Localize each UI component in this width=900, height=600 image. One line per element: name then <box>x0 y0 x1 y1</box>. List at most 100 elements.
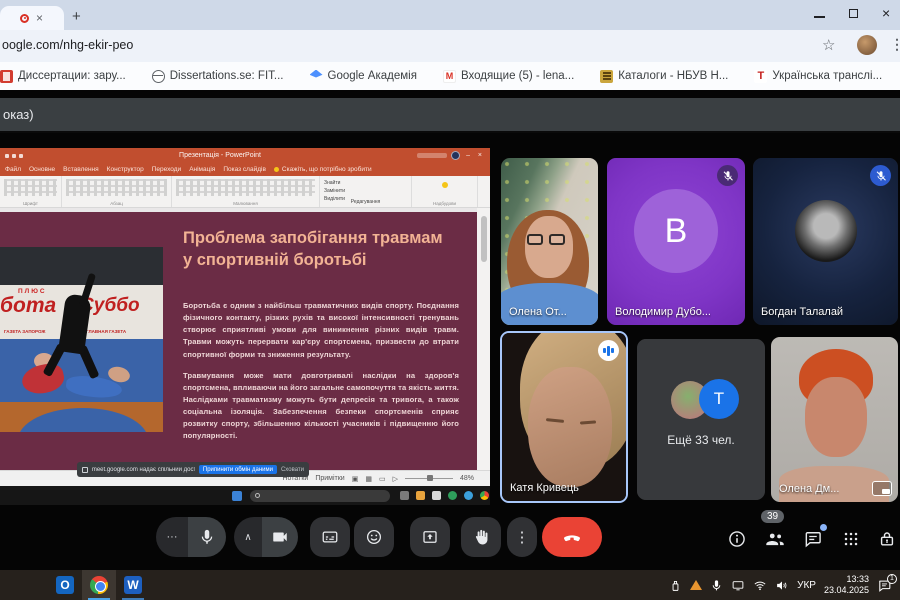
more-options-button[interactable]: ⋮ <box>507 517 537 557</box>
globe-icon <box>152 70 165 83</box>
window-minimize-button[interactable] <box>814 16 825 18</box>
slide-title: Проблема запобігання травмам у спортивні… <box>183 228 455 272</box>
bookmark-item[interactable]: MВходящие (5) - lena... <box>443 70 574 83</box>
more-participants-tile[interactable]: T Ещё 33 чел. <box>637 339 765 500</box>
ribbon-group-paragraph[interactable]: Абзац <box>62 176 172 207</box>
shared-screen[interactable]: Презентація - PowerPoint – × Файл Основн… <box>0 148 490 505</box>
bookmark-star-icon[interactable]: ☆ <box>822 36 835 54</box>
app-icon[interactable] <box>432 491 441 500</box>
participant-name: Катя Кривець <box>510 482 579 494</box>
app-icon[interactable] <box>448 491 457 500</box>
zoom-slider[interactable] <box>405 478 453 480</box>
wifi-icon[interactable] <box>753 579 767 592</box>
profile-avatar[interactable] <box>857 35 877 55</box>
tray-mic-icon[interactable] <box>710 579 723 592</box>
meet-stage: Презентація - PowerPoint – × Файл Основн… <box>0 133 900 570</box>
activities-button[interactable] <box>838 526 864 552</box>
hangup-button[interactable] <box>542 517 602 557</box>
ppt-tab[interactable]: Файл <box>5 166 21 173</box>
raise-hand-button[interactable] <box>461 517 501 557</box>
captions-button[interactable] <box>310 517 350 557</box>
participant-tile[interactable]: Олена От... <box>501 158 598 325</box>
new-tab-button[interactable]: + <box>72 8 81 25</box>
pip-icon[interactable] <box>872 481 892 496</box>
participant-tile[interactable]: Богдан Талалай <box>753 158 898 325</box>
explorer-icon[interactable] <box>416 491 425 500</box>
task-view-icon[interactable] <box>400 491 409 500</box>
url-text[interactable]: oogle.com/nhg-ekir-peo <box>2 38 133 52</box>
present-button[interactable] <box>410 517 450 557</box>
bookmark-item[interactable]: Диссертации: зару... <box>0 70 126 83</box>
ppt-tab[interactable]: Вставлення <box>63 166 99 173</box>
edge-icon[interactable] <box>464 491 473 500</box>
participant-tile[interactable]: В Володимир Дубо... <box>607 158 745 325</box>
ppt-tellme-search[interactable]: Скажіть, що потрібно зробити <box>274 166 372 173</box>
mic-off-badge <box>717 165 738 186</box>
taskbar-chrome[interactable] <box>82 570 116 600</box>
camera-button[interactable] <box>262 517 298 557</box>
people-button[interactable] <box>762 526 788 552</box>
volume-icon[interactable] <box>775 579 789 592</box>
view-sorter-icon[interactable]: ▦ <box>365 475 372 483</box>
ppt-quick-access-icons[interactable] <box>5 154 23 158</box>
tab-close-icon[interactable]: × <box>36 12 43 24</box>
taskbar-search-box[interactable] <box>250 490 390 502</box>
shared-screen-taskbar <box>0 486 490 505</box>
browser-menu-icon[interactable]: ⋮ <box>890 36 900 53</box>
bookmark-item[interactable]: Каталоги - НБУВ Н... <box>600 70 728 83</box>
view-normal-icon[interactable]: ▣ <box>352 475 359 483</box>
notification-center-button[interactable]: 1 <box>877 578 892 593</box>
ppt-canvas: ПЛЮС бота Суббо ГАЗЕТА ЗАПОРОЖ ГЛАВНАЯ Г… <box>0 208 490 470</box>
ppt-tab[interactable]: Основне <box>29 166 55 173</box>
antivirus-icon[interactable] <box>690 580 702 590</box>
share-message: meet.google.com надає спільний доступ до… <box>92 467 195 473</box>
chat-button[interactable] <box>800 526 826 552</box>
taskbar-outlook[interactable]: O <box>48 570 82 600</box>
ppt-tab[interactable]: Анімація <box>189 166 215 173</box>
participant-video <box>501 158 598 325</box>
host-controls-button[interactable] <box>874 526 900 552</box>
participant-tile-speaking[interactable]: Катя Кривець <box>500 331 628 503</box>
stop-sharing-button[interactable]: Припинити обмін даними <box>199 465 277 474</box>
chrome-icon[interactable] <box>480 491 489 500</box>
window-close-button[interactable]: × <box>882 6 890 20</box>
catalog-icon <box>600 70 613 83</box>
camera-options-button[interactable]: ∧ <box>234 517 262 557</box>
comments-button[interactable]: Примітки <box>315 475 344 482</box>
view-reading-icon[interactable]: ▭ <box>379 475 386 483</box>
ppt-tab[interactable]: Конструктор <box>107 166 144 173</box>
zoom-percent[interactable]: 48% <box>460 475 474 482</box>
ppt-tab[interactable]: Переходи <box>152 166 181 173</box>
taskbar-clock[interactable]: 13:33 23.04.2025 <box>824 574 869 596</box>
cast-icon <box>82 467 88 473</box>
usb-icon[interactable] <box>669 579 682 592</box>
mic-options-button[interactable]: ··· <box>156 517 188 557</box>
view-slideshow-icon[interactable]: ▷ <box>393 475 398 483</box>
ribbon-group-drawing[interactable]: Малювання <box>172 176 320 207</box>
window-maximize-button[interactable] <box>849 9 858 18</box>
hide-share-bar-button[interactable]: Сховати <box>281 467 304 473</box>
taskbar-word[interactable]: W <box>116 570 150 600</box>
ppt-scrollbar[interactable] <box>481 216 487 262</box>
browser-tab[interactable]: × <box>0 6 64 30</box>
ppt-account-avatar[interactable] <box>451 151 460 160</box>
bookmark-item[interactable]: Google Академія <box>310 70 417 83</box>
participant-tile[interactable]: Олена Дм... <box>771 337 898 502</box>
reactions-button[interactable] <box>354 517 394 557</box>
language-indicator[interactable]: УКР <box>797 580 816 591</box>
ppt-tab[interactable]: Показ слайдів <box>223 166 266 173</box>
ppt-scrollbar-track[interactable] <box>477 208 490 470</box>
ribbon-group-addins[interactable]: Надбудови <box>412 176 478 207</box>
start-button-icon[interactable] <box>232 491 242 501</box>
bookmark-item[interactable]: ТУкраїнська транслі... <box>754 70 882 83</box>
tray-display-icon[interactable] <box>731 579 745 592</box>
ribbon-group-font[interactable]: Шрифт <box>0 176 62 207</box>
ribbon-group-editing[interactable]: Знайти Замінити Виділити Редагування <box>320 176 412 207</box>
mic-button[interactable] <box>188 517 226 557</box>
meeting-info-button[interactable] <box>724 526 750 552</box>
ppt-ribbon-tabs: Файл Основне Вставлення Конструктор Пере… <box>0 163 490 176</box>
bookmark-favicon <box>0 70 13 83</box>
participant-avatar <box>795 200 857 262</box>
bookmark-item[interactable]: Dissertations.se: FIT... <box>152 70 284 83</box>
ppt-window-controls[interactable]: – × <box>466 152 485 159</box>
